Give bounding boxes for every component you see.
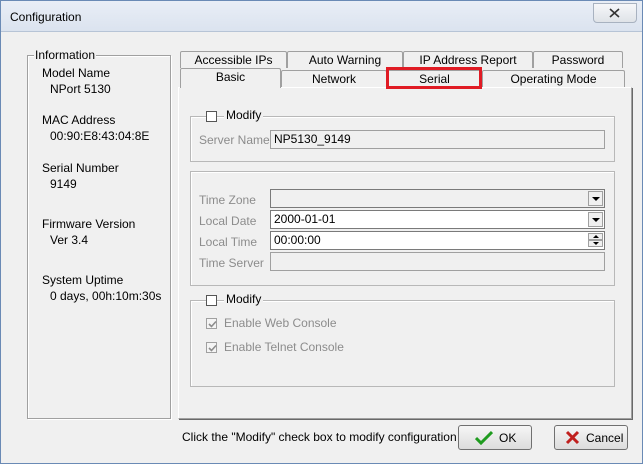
close-button[interactable] xyxy=(593,3,637,23)
local-time-field[interactable]: 00:00:00 xyxy=(270,231,605,250)
model-name-label: Model Name xyxy=(42,66,111,80)
mac-address-value: 00:90:E8:43:04:8E xyxy=(50,129,150,143)
tab-accessible-ips[interactable]: Accessible IPs xyxy=(180,51,287,68)
server-name-field[interactable]: NP5130_9149 xyxy=(270,130,605,149)
serial-tab-highlight xyxy=(386,67,482,89)
basic-tab-panel: Modify Server Name NP5130_9149 Time Zone… xyxy=(178,87,632,419)
status-hint: Click the "Modify" check box to modify c… xyxy=(182,430,457,444)
dialog-body: Information Model Name NPort 5130 MAC Ad… xyxy=(6,32,637,458)
local-time-spinner[interactable] xyxy=(588,233,603,248)
telnet-console-label: Enable Telnet Console xyxy=(224,340,344,354)
telnet-console-checkbox[interactable] xyxy=(206,342,217,353)
cancel-button-label: Cancel xyxy=(586,431,624,445)
console-group: Modify Enable Web Console Enable Telnet … xyxy=(190,292,615,387)
check-icon xyxy=(208,344,217,352)
cancel-button[interactable]: Cancel xyxy=(554,425,628,450)
ok-button[interactable]: OK xyxy=(458,425,532,450)
spin-up-icon xyxy=(593,235,599,238)
console-modify-label: Modify xyxy=(224,292,264,306)
local-date-select[interactable]: 2000-01-01 xyxy=(270,210,605,229)
system-uptime-value: 0 days, 00h:10m:30s xyxy=(50,289,162,303)
firmware-version-label: Firmware Version xyxy=(42,217,136,231)
server-name-label: Server Name xyxy=(199,133,270,147)
chevron-down-icon xyxy=(592,218,600,222)
model-name-value: NPort 5130 xyxy=(50,82,111,96)
local-date-value: 2000-01-01 xyxy=(274,212,336,226)
tab-ip-address-report[interactable]: IP Address Report xyxy=(403,51,533,68)
tab-operating-mode[interactable]: Operating Mode xyxy=(482,70,625,87)
time-zone-dropdown-button[interactable] xyxy=(588,191,603,206)
information-legend: Information xyxy=(34,48,97,62)
local-date-label: Local Date xyxy=(199,214,257,228)
spin-down-button[interactable] xyxy=(588,240,603,247)
tab-network[interactable]: Network xyxy=(281,70,387,87)
configuration-window: Configuration Information Model Name NPo… xyxy=(0,0,643,464)
web-console-label: Enable Web Console xyxy=(224,316,337,330)
server-name-group: Modify Server Name NP5130_9149 xyxy=(190,108,615,162)
spin-up-button[interactable] xyxy=(588,233,603,240)
check-icon xyxy=(208,320,217,328)
time-zone-select[interactable] xyxy=(270,189,605,208)
spin-down-icon xyxy=(593,242,599,245)
system-uptime-label: System Uptime xyxy=(42,273,124,287)
local-time-label: Local Time xyxy=(199,235,258,249)
server-modify-label: Modify xyxy=(224,108,264,122)
mac-address-label: MAC Address xyxy=(42,113,116,127)
checkmark-icon xyxy=(475,430,493,445)
x-icon xyxy=(565,430,580,445)
time-settings-group: Time Zone Local Date 2000-01-01 Local Ti… xyxy=(190,171,615,286)
local-time-value: 00:00:00 xyxy=(274,233,321,247)
local-date-dropdown-button[interactable] xyxy=(588,212,603,227)
tab-auto-warning[interactable]: Auto Warning xyxy=(287,51,403,68)
serial-number-label: Serial Number xyxy=(42,161,119,175)
serial-number-value: 9149 xyxy=(50,177,77,191)
information-group: Information Model Name NPort 5130 MAC Ad… xyxy=(27,48,171,419)
tab-password[interactable]: Password xyxy=(533,51,623,68)
close-icon xyxy=(609,8,620,18)
ok-button-label: OK xyxy=(499,431,517,445)
chevron-down-icon xyxy=(592,197,600,201)
time-server-field[interactable] xyxy=(270,252,605,271)
title-bar: Configuration xyxy=(1,1,642,32)
time-server-label: Time Server xyxy=(199,256,264,270)
window-title: Configuration xyxy=(10,10,82,24)
web-console-checkbox[interactable] xyxy=(206,318,217,329)
console-modify-checkbox[interactable] xyxy=(206,295,217,306)
server-modify-checkbox[interactable] xyxy=(206,111,217,122)
firmware-version-value: Ver 3.4 xyxy=(50,233,89,247)
tab-basic[interactable]: Basic xyxy=(180,68,281,88)
time-zone-label: Time Zone xyxy=(199,193,256,207)
